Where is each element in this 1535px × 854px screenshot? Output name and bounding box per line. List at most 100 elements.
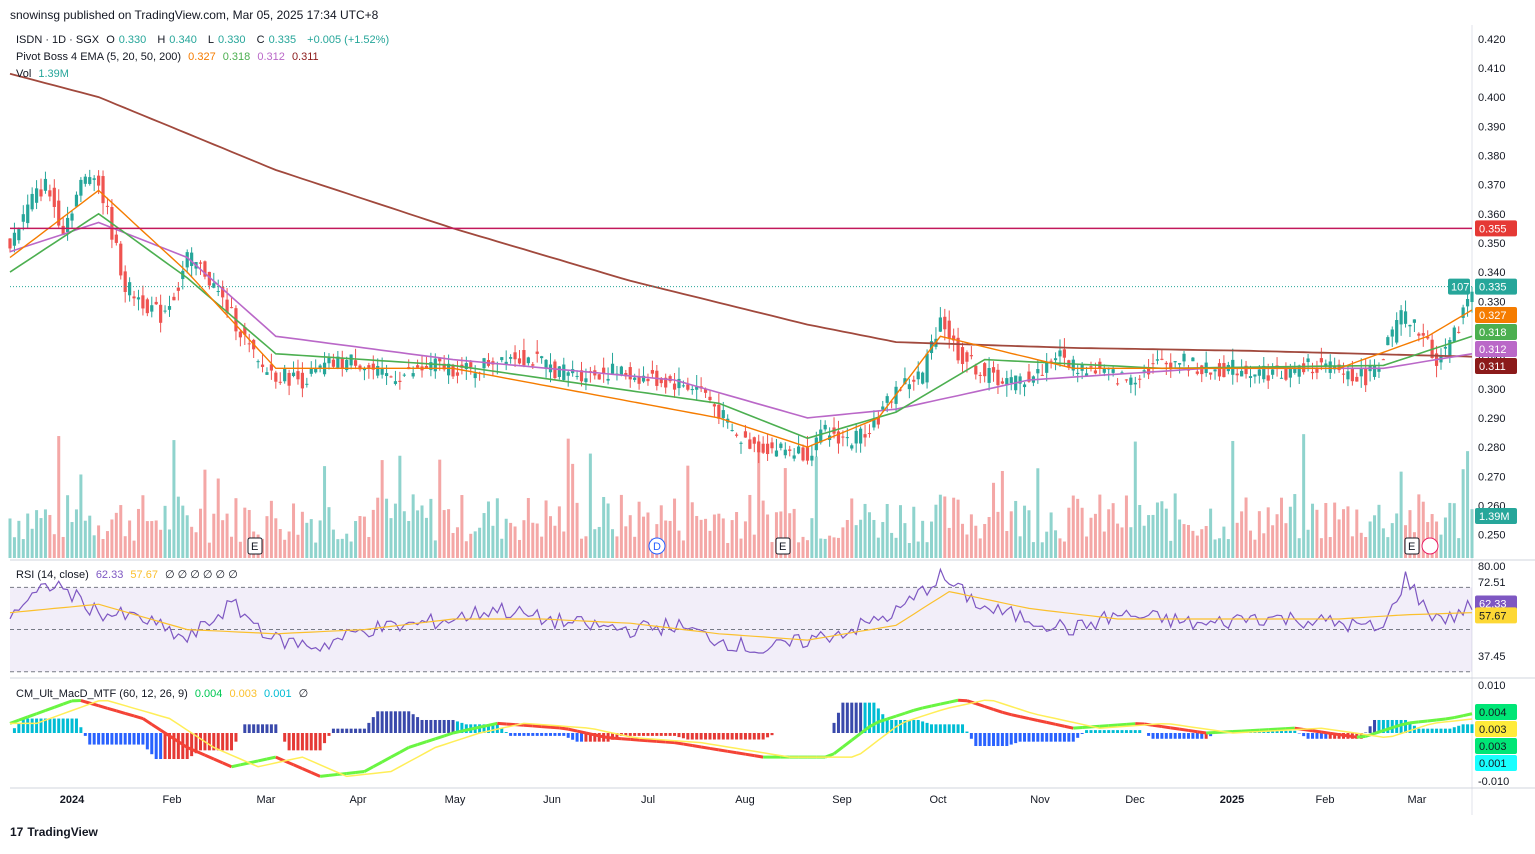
volume-bar: [221, 520, 224, 558]
macd-histogram-bar: [735, 733, 738, 740]
macd-line-segment: [1064, 726, 1073, 728]
macd-histogram-bar: [234, 733, 237, 742]
macd-histogram-bar: [740, 733, 743, 740]
candle-body: [540, 356, 543, 358]
macd-histogram-bar: [110, 733, 113, 745]
ema-price-label: 0.311: [1479, 361, 1506, 373]
volume-bar: [230, 537, 233, 558]
candle-body: [722, 410, 725, 418]
candle-body: [155, 302, 158, 304]
candle-body: [1218, 363, 1221, 376]
macd-histogram-bar: [1152, 733, 1155, 739]
macd-histogram-bar: [350, 729, 353, 733]
candle-body: [1466, 299, 1469, 306]
macd-histogram-bar: [855, 703, 858, 733]
macd-histogram-bar: [199, 733, 202, 750]
macd-histogram-bar: [1058, 733, 1061, 742]
volume-bar: [75, 509, 78, 558]
candle-body: [141, 295, 144, 308]
candle-body: [394, 381, 397, 384]
macd-histogram-bar: [859, 703, 862, 733]
candle-body: [1373, 365, 1376, 377]
volume-bar: [1324, 503, 1327, 558]
volume-bar: [615, 536, 618, 558]
candle-body: [863, 434, 866, 437]
volume-bar: [1253, 540, 1256, 558]
macd-line-segment: [214, 759, 223, 763]
volume-bar: [740, 539, 743, 558]
volume-bar: [44, 509, 47, 558]
macd-histogram-bar: [137, 733, 140, 745]
macd-histogram-bar: [124, 733, 127, 745]
volume-bar: [1307, 530, 1310, 558]
macd-line-segment: [737, 753, 746, 754]
candle-body: [1200, 365, 1203, 374]
ema-legend[interactable]: Pivot Boss 4 EMA (5, 20, 50, 200) 0.327 …: [16, 51, 323, 63]
candle-body: [48, 190, 51, 196]
volume-bar: [394, 504, 397, 558]
macd-histogram-bar: [1010, 733, 1013, 745]
macd-histogram-bar: [217, 733, 220, 750]
volume-bar: [793, 509, 796, 558]
candle-body: [1151, 363, 1154, 364]
chart-svg[interactable]: 0.4200.4100.4000.3900.3800.3700.3600.350…: [0, 0, 1535, 849]
candle-body: [150, 305, 153, 311]
volume-bar: [1005, 531, 1008, 558]
volume-bar: [460, 495, 463, 558]
candle-body: [855, 431, 858, 444]
macd-line-segment: [728, 751, 737, 752]
volume-bar: [1067, 508, 1070, 558]
candle-body: [575, 376, 578, 377]
rsi-ma-value: 57.67: [130, 569, 158, 581]
candle-body: [1094, 370, 1097, 373]
macd-line-segment: [28, 714, 37, 717]
candle-body: [106, 206, 109, 207]
candle-body: [1134, 383, 1137, 385]
macd-histogram-bar: [1085, 730, 1088, 733]
volume-bar: [1231, 441, 1234, 558]
macd-legend[interactable]: CM_Ult_MacD_MTF (60, 12, 26, 9) 0.004 0.…: [16, 687, 312, 700]
macd-histogram-bar: [1081, 733, 1084, 734]
price-tick-label: 0.290: [1478, 413, 1506, 425]
volume-bar: [1360, 533, 1363, 558]
candle-body: [1457, 332, 1460, 333]
symbol-legend[interactable]: ISDN · 1D · SGX O0.330 H0.340 L0.330 C0.…: [16, 34, 393, 46]
candle-body: [536, 352, 539, 354]
macd-histogram-bar: [381, 711, 384, 733]
macd-histogram-bar: [314, 733, 317, 750]
macd-histogram-bar: [1005, 733, 1008, 746]
macd-histogram-bar: [908, 720, 911, 733]
candle-body: [1364, 368, 1367, 385]
macd-line-segment: [994, 709, 1003, 712]
macd-histogram-bar: [1315, 733, 1318, 739]
volume-bar: [802, 537, 805, 558]
volume-bar: [40, 518, 43, 558]
macd-line-segment: [1047, 722, 1056, 724]
candle-body: [917, 372, 920, 380]
macd-histogram-bar: [1072, 733, 1075, 742]
macd-line-segment: [480, 725, 489, 727]
macd-histogram-bar: [505, 732, 508, 733]
macd-histogram-bar: [1036, 733, 1039, 742]
macd-histogram-bar: [629, 733, 632, 736]
macd-histogram-bar: [323, 733, 326, 743]
time-tick-label: 2025: [1220, 794, 1244, 806]
candle-body: [310, 368, 313, 373]
chart-area[interactable]: 0.4200.4100.4000.3900.3800.3700.3600.350…: [0, 0, 1535, 849]
vol-legend[interactable]: Vol 1.39M: [16, 68, 73, 80]
volume-bar: [1152, 515, 1155, 558]
tradingview-logo[interactable]: 17TradingView: [10, 825, 98, 839]
rsi-legend[interactable]: RSI (14, close) 62.33 57.67 ∅ ∅ ∅ ∅ ∅ ∅: [16, 568, 242, 581]
volume-bar: [208, 543, 211, 558]
macd-histogram-bar: [545, 733, 548, 736]
volume-bar: [292, 503, 295, 558]
candle-body: [509, 357, 512, 359]
candle-body: [1089, 366, 1092, 367]
macd-line-segment: [81, 701, 90, 704]
rsi-tick-label: 72.51: [1478, 577, 1506, 589]
candle-body: [1222, 363, 1225, 377]
volume-bar: [1471, 509, 1474, 558]
candle-body: [288, 373, 291, 386]
volume-bar: [908, 543, 911, 558]
volume-bar: [1311, 504, 1314, 558]
